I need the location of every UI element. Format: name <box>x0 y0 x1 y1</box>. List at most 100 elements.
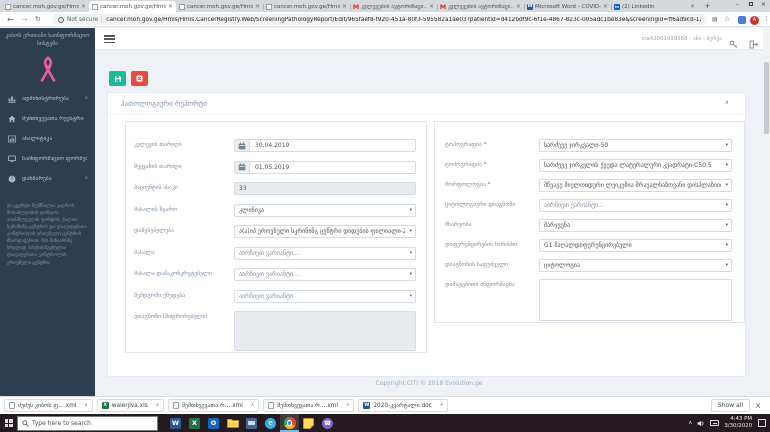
taskbar-search-input[interactable]: Type here to search <box>17 415 158 431</box>
tab-close-icon[interactable]: × <box>603 3 608 10</box>
download-menu-icon[interactable]: ∧ <box>251 403 254 408</box>
browser-tab[interactable]: cancer.moh.gov.ge/Hmis/× <box>176 1 263 12</box>
sidebar-item-analytics[interactable]: ანალიტიკა <box>0 129 95 149</box>
form-row: ციტოლოგიური დიაგნოზი აირჩიეთ ვარიანტი... ▾ <box>445 199 732 212</box>
scrollbar-thumb[interactable] <box>764 62 769 134</box>
divider <box>108 114 745 115</box>
material-select[interactable]: აირჩიეთ ვარიანტი... ▾ <box>234 246 416 260</box>
address-bar[interactable]: i Not secure cancer.moh.gov.ge/Hmis/Hmis… <box>52 14 707 25</box>
url-text: cancer.moh.gov.ge/Hmis/Hmis.CancerRegist… <box>106 16 701 23</box>
differentiation-grade-select[interactable]: G1 მაღალდიფერენცირებული ▾ <box>539 239 732 252</box>
laterality-select[interactable]: მარჯვენა ▾ <box>539 219 732 232</box>
tab-title: cancer.moh.gov.ge/Hmis/ <box>100 3 166 10</box>
exam-date-input[interactable]: 30.04.2019 <box>234 139 416 152</box>
download-menu-icon[interactable]: ∧ <box>156 403 159 408</box>
browser-menu-icon[interactable]: ⋮ <box>763 15 770 23</box>
chrome-taskbar-icon[interactable] <box>280 414 299 432</box>
viber-taskbar-icon[interactable]: ☎ <box>318 414 337 432</box>
additional-information-textarea[interactable] <box>539 279 732 321</box>
start-button[interactable] <box>0 419 17 427</box>
info-icon[interactable]: i <box>58 16 64 23</box>
institution-select[interactable]: ა(ა)იპ ეროვნული სკრინინგ ცენტრი დიდუბის … <box>234 225 416 238</box>
reading-list-icon[interactable]: ▤ <box>712 16 718 23</box>
material-source-select[interactable]: კლინიკა ▾ <box>234 203 416 217</box>
tab-title: კვლევების ავტორიზაცი... <box>361 3 427 10</box>
close-icon[interactable]: × <box>757 0 770 10</box>
bookmark-star-icon[interactable]: ☆ <box>724 15 730 23</box>
download-item[interactable]: შემთხვევათა რ….xml ∧ <box>168 399 260 412</box>
reload-icon[interactable]: ↻ <box>35 14 41 25</box>
sidebar-item-administration[interactable]: ადმინისტრირება ∨ <box>0 89 95 109</box>
taskbar-clock[interactable]: 4:43 PM 3/30/2020 <box>724 416 752 430</box>
save-button[interactable] <box>109 71 126 86</box>
topography-1-select[interactable]: სარძევე ჯირკვალი-50 ▾ <box>539 139 732 152</box>
download-item[interactable]: Xwalerjiva.xls ∧ <box>96 399 165 412</box>
form-row: დიფერენცირების ხარისხი G1 მაღალდიფერენცირ… <box>445 239 732 252</box>
linkedin-favicon-icon: in <box>614 3 620 10</box>
maximize-icon[interactable] <box>744 0 757 10</box>
new-tab-button[interactable]: + <box>702 1 713 11</box>
profile-avatar[interactable]: A <box>750 15 759 25</box>
browser-tab[interactable]: cancer.moh.gov.ge/Hmis/× <box>263 1 350 12</box>
show-all-downloads-button[interactable]: Show all <box>710 399 750 412</box>
follow-up-action-select[interactable]: აირჩიეთ ვარიანტი ▾ <box>234 289 416 303</box>
download-menu-icon[interactable]: ∧ <box>440 403 443 408</box>
forward-icon[interactable]: → <box>21 14 28 25</box>
home-icon <box>8 115 17 123</box>
word-taskbar-icon[interactable]: W <box>166 414 185 432</box>
tab-close-icon[interactable]: × <box>429 3 434 10</box>
field-control <box>234 311 416 351</box>
notification-center-icon[interactable] <box>758 419 766 427</box>
close-shelf-icon[interactable]: × <box>750 401 766 410</box>
browser-tab[interactable]: cancer.moh.gov.ge/Hmis/× <box>2 1 89 12</box>
field-label: მასალა დამაკონკრეტებელი <box>134 271 212 277</box>
key-icon[interactable] <box>729 34 738 53</box>
download-menu-icon[interactable]: ∧ <box>84 403 87 408</box>
sidebar-item-help[interactable]: ? დახმარება ∨ <box>0 169 95 189</box>
scrollbar[interactable] <box>763 28 770 396</box>
download-item[interactable]: ძუძუს კიბოს ფ….xml ∧ <box>4 399 93 412</box>
tab-close-icon[interactable]: × <box>516 3 521 10</box>
back-icon[interactable]: ← <box>7 14 14 25</box>
cytology-diagnosis-select[interactable]: აირჩიეთ ვარიანტი... ▾ <box>539 199 732 212</box>
field-control: 01.05.2019 <box>234 160 416 174</box>
diagnosis-basis-select[interactable]: ციტოლოგია ▾ <box>539 259 732 272</box>
browser-tab[interactable]: cancer.moh.gov.ge/Hmis/× <box>89 1 176 12</box>
tab-close-icon[interactable]: × <box>255 3 260 10</box>
download-item[interactable]: W 2020-კვარტალი.doc ∧ <box>358 399 449 412</box>
minimize-icon[interactable]: – <box>731 0 744 10</box>
entry-date-input[interactable]: 01.05.2019 <box>234 160 416 174</box>
sidebar-item-case-registry[interactable]: შემთხვევათა რეესტრი <box>0 109 95 129</box>
cancel-button[interactable] <box>131 71 148 86</box>
logout-icon[interactable] <box>749 34 759 53</box>
sidebar-menu: ადმინისტრირება ∨ შემთხვევათა რეესტრი ანალიტ… <box>0 89 95 189</box>
browser-tab[interactable]: Mკვლევების ავტორიზაცი... × <box>437 1 524 12</box>
edge-taskbar-icon[interactable]: e <box>261 414 280 432</box>
tray-chevron-icon[interactable]: ∧ <box>688 420 692 426</box>
tab-close-icon[interactable]: × <box>342 3 347 10</box>
sticky-notes-taskbar-icon[interactable] <box>299 414 318 432</box>
excel-taskbar-icon[interactable]: X <box>185 414 204 432</box>
volume-icon[interactable] <box>697 420 705 427</box>
app-window-taskbar-icon[interactable] <box>242 414 261 432</box>
download-menu-icon[interactable]: ∧ <box>346 403 349 408</box>
extension-icon[interactable] <box>738 16 746 24</box>
hamburger-menu-icon[interactable] <box>104 35 115 45</box>
tab-close-icon[interactable]: × <box>168 3 173 10</box>
tab-close-icon[interactable]: × <box>690 3 695 10</box>
sidebar-item-information-forms[interactable]: საინფორმაციო ფორმები <box>0 149 95 169</box>
file-explorer-taskbar-icon[interactable] <box>223 414 242 432</box>
morphology-select[interactable]: მწვავე მიელოიდური ლეიკემია მრავალხაზოვან… <box>539 179 732 192</box>
browser-tab[interactable]: in (2) LinkedIn × <box>611 1 698 12</box>
field-label: მორფოლოგია * <box>445 182 491 188</box>
download-item[interactable]: შემთხვევათა რ….xml ∧ <box>263 399 355 412</box>
material-specifier-select[interactable]: აირჩიეთ ვარიანტი... ▾ <box>234 268 416 281</box>
outlook-taskbar-icon[interactable]: O <box>204 414 223 432</box>
tab-close-icon[interactable]: × <box>81 3 86 10</box>
collapse-chevron-icon[interactable]: ∧ <box>725 99 729 106</box>
field-control <box>539 279 732 321</box>
browser-tab[interactable]: Mკვლევების ავტორიზაცი... × <box>350 1 437 12</box>
topography-2-select[interactable]: სარძევე ჯირკვლის ქვედა ლატერალური კვადრა… <box>539 159 732 172</box>
browser-tab[interactable]: WMicrosoft Word - COVID-1...× <box>524 1 611 12</box>
touch-keyboard-icon[interactable] <box>710 420 720 426</box>
